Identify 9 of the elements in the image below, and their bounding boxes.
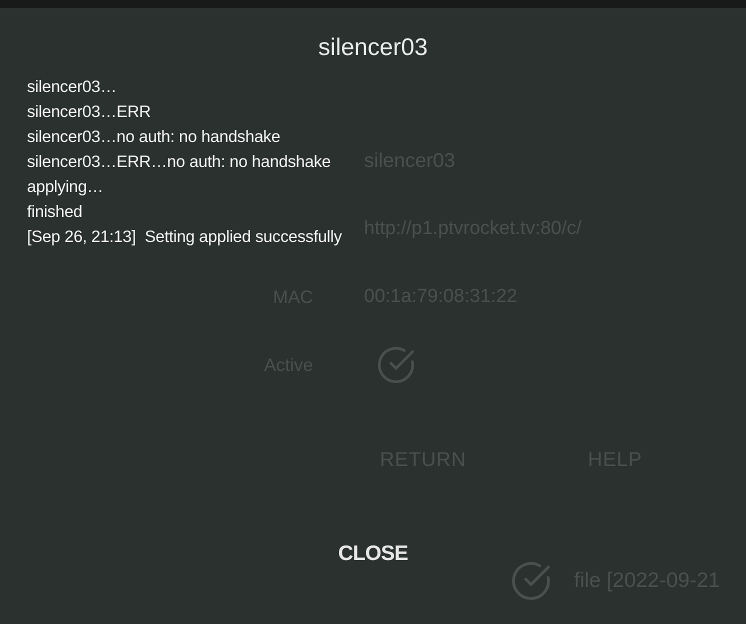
log-line: finished [27,202,82,223]
log-line: silencer03…ERR [27,102,151,123]
log-line: applying… [27,177,104,198]
dialog-title: silencer03 [318,33,428,63]
log-line: silencer03…no auth: no handshake [27,127,280,148]
log-line: silencer03… [27,77,117,98]
log-line: [Sep 26, 21:13] Setting applied successfully [27,227,342,248]
log-line: silencer03…ERR…no auth: no handshake [27,152,331,173]
close-button[interactable]: CLOSE [322,532,424,576]
